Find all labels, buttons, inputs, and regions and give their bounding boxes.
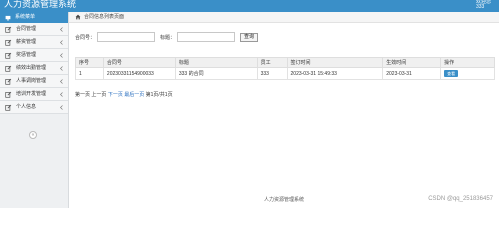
cell-title: 333 的合同 (174, 67, 258, 80)
sidebar-item-label: 绩效出勤管理 (16, 64, 47, 71)
username: 333 (475, 4, 485, 10)
search-bar: 合同号： 标题： 查询 (75, 32, 259, 42)
col-header-actions: 操作 (440, 57, 495, 68)
cell-employee: 333 (256, 67, 288, 80)
edit-icon (5, 91, 12, 98)
sidebar-collapse-button[interactable]: « (29, 131, 37, 139)
sidebar-item-label: 奖惩管理 (16, 51, 37, 58)
col-header-employee: 员工 (256, 57, 288, 68)
first-page-text: 第一页 (75, 92, 91, 98)
sidebar-header-label: 系统菜单 (15, 14, 36, 20)
cell-index: 1 (75, 67, 104, 80)
cell-actions: 查看 (440, 67, 495, 80)
sidebar-item-training[interactable]: 培训开发管理 (0, 88, 68, 101)
chevron-left-icon (60, 79, 63, 84)
sidebar-item-label: 培训开发管理 (16, 90, 47, 97)
main-content: 合同信息列表页面 合同号： 标题： 查询 序号 合同号 标题 员工 签订时间 生… (69, 12, 499, 208)
cell-signed-time: 2023-03-31 15:49:33 (286, 67, 384, 80)
breadcrumb: 合同信息列表页面 (69, 12, 499, 23)
sidebar-item-label: 人事调岗管理 (16, 77, 47, 84)
col-header-index: 序号 (75, 57, 104, 68)
sidebar-item-label: 薪资管理 (16, 38, 37, 45)
prev-page-text: 上一页 (91, 92, 107, 98)
col-header-title: 标题 (174, 57, 258, 68)
last-page-link[interactable]: 最后一页 (124, 92, 144, 98)
col-header-signed-time: 签订时间 (286, 57, 384, 68)
contract-table: 序号 合同号 标题 员工 签订时间 生效时间 操作 1 202303311549… (75, 57, 495, 80)
chevron-left-icon (60, 53, 63, 58)
sidebar-item-salary[interactable]: 薪资管理 (0, 36, 68, 49)
sidebar-item-profile[interactable]: 个人信息 (0, 101, 68, 114)
chevron-left-icon (60, 40, 63, 45)
app-title: 人力资源管理系统 (4, 0, 77, 10)
table-header-row: 序号 合同号 标题 员工 签订时间 生效时间 操作 (75, 57, 495, 68)
edit-icon (5, 52, 12, 59)
breadcrumb-text: 合同信息列表页面 (84, 13, 125, 20)
top-bar: 人力资源管理系统 欢迎您 333 (0, 0, 499, 12)
query-button[interactable]: 查询 (240, 32, 259, 42)
chevron-left-icon (60, 92, 63, 97)
view-button[interactable]: 查看 (444, 70, 459, 77)
home-icon (75, 14, 81, 20)
sidebar-item-label: 个人信息 (16, 103, 37, 110)
watermark: CSDN @qq_251836457 (428, 196, 493, 202)
sidebar: 系统菜单 合同管理 薪资管理 奖惩管理 绩效出勤管理 人事调岗管理 培训开发管理… (0, 12, 69, 208)
sidebar-header: 系统菜单 (0, 12, 68, 23)
col-header-effective-time: 生效时间 (382, 57, 442, 68)
col-header-contract-no: 合同号 (102, 57, 176, 68)
next-page-link[interactable]: 下一页 (108, 92, 123, 98)
chevron-left-icon (60, 66, 63, 71)
sidebar-item-performance[interactable]: 绩效出勤管理 (0, 62, 68, 75)
table-row: 1 20230331154900033 333 的合同 333 2023-03-… (75, 67, 495, 80)
edit-icon (5, 39, 12, 46)
page-info: 第1页/共1页 (145, 92, 173, 98)
user-info: 欢迎您 333 (476, 0, 491, 10)
title-input[interactable] (177, 32, 236, 42)
chevron-left-icon (60, 27, 63, 32)
title-label: 标题： (160, 34, 176, 41)
edit-icon (5, 104, 12, 111)
chevron-left-icon (60, 105, 63, 110)
sidebar-item-rewards[interactable]: 奖惩管理 (0, 49, 68, 62)
cell-contract-no: 20230331154900033 (102, 67, 176, 80)
edit-icon (5, 65, 12, 72)
edit-icon (5, 26, 12, 33)
sidebar-item-transfer[interactable]: 人事调岗管理 (0, 75, 68, 88)
edit-icon (5, 78, 12, 85)
contract-no-input[interactable] (97, 32, 156, 42)
sidebar-item-label: 合同管理 (16, 25, 37, 32)
contract-no-label: 合同号： (75, 34, 96, 41)
cell-effective-time: 2023-03-31 (382, 67, 442, 80)
pagination: 第一页 上一页 下一页 最后一页 第1页/共1页 (75, 91, 173, 98)
desktop-icon (5, 15, 11, 20)
sidebar-item-contract[interactable]: 合同管理 (0, 23, 68, 36)
